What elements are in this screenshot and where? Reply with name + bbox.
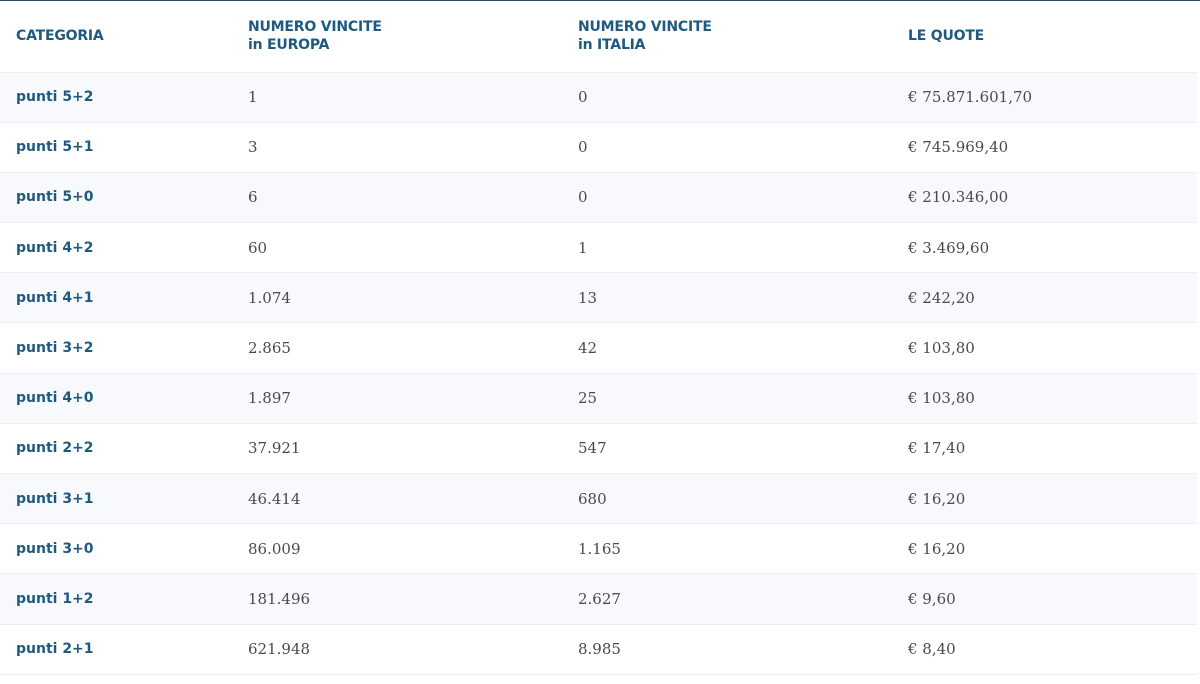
cell-quota: € 8,40	[908, 640, 956, 659]
table-row: punti 3+0 86.009 1.165 € 16,20	[0, 523, 1197, 574]
header-row: CATEGORIA NUMERO VINCITE in EUROPA NUMER…	[0, 1, 1197, 72]
cell-italia: 25	[578, 389, 598, 408]
cell-categoria: punti 2+1	[16, 641, 94, 658]
cell-europa: 1.897	[248, 389, 291, 408]
table-header: CATEGORIA NUMERO VINCITE in EUROPA NUMER…	[0, 1, 1197, 72]
table-row: punti 2+1 621.948 8.985 € 8,40	[0, 624, 1197, 675]
cell-italia: 0	[578, 88, 588, 107]
cell-categoria: punti 5+0	[16, 189, 94, 206]
cell-italia: 1.165	[578, 539, 621, 558]
table-row: punti 1+2 181.496 2.627 € 9,60	[0, 573, 1197, 625]
cell-quota: € 9,60	[908, 589, 956, 608]
header-italia-line1: NUMERO VINCITE	[578, 19, 712, 36]
cell-italia: 42	[578, 339, 598, 358]
cell-categoria: punti 4+2	[16, 239, 94, 256]
table-row: punti 3+2 2.865 42 € 103,80	[0, 322, 1197, 374]
cell-europa: 6	[248, 188, 258, 207]
cell-europa: 1	[248, 88, 258, 107]
table-row: punti 4+1 1.074 13 € 242,20	[0, 272, 1197, 323]
cell-europa: 86.009	[248, 539, 301, 558]
table-row: punti 5+1 3 0 € 745.969,40	[0, 122, 1197, 173]
cell-europa: 181.496	[248, 589, 311, 608]
cell-categoria: punti 3+2	[16, 340, 94, 357]
header-europa-line2: in EUROPA	[248, 37, 330, 54]
header-quote: LE QUOTE	[892, 1, 1197, 72]
table-row: punti 2+2 37.921 547 € 17,40	[0, 423, 1197, 474]
cell-categoria: punti 5+1	[16, 139, 94, 156]
cell-quota: € 16,20	[908, 489, 966, 508]
cell-italia: 0	[578, 188, 588, 207]
cell-italia: 547	[578, 439, 607, 458]
table-row: punti 5+0 6 0 € 210.346,00	[0, 172, 1197, 223]
cell-quota: € 103,80	[908, 389, 975, 408]
cell-italia: 8.985	[578, 640, 621, 659]
header-europa-line1: NUMERO VINCITE	[248, 19, 382, 36]
cell-quota: € 242,20	[908, 288, 975, 307]
cell-europa: 1.074	[248, 288, 291, 307]
cell-categoria: punti 2+2	[16, 440, 94, 457]
cell-categoria: punti 1+2	[16, 590, 94, 607]
cell-categoria: punti 5+2	[16, 89, 94, 106]
cell-categoria: punti 3+1	[16, 490, 94, 507]
cell-europa: 60	[248, 238, 268, 257]
cell-quota: € 75.871.601,70	[908, 88, 1033, 107]
header-italia: NUMERO VINCITE in ITALIA	[562, 1, 892, 72]
cell-italia: 1	[578, 238, 588, 257]
cell-italia: 680	[578, 489, 607, 508]
table-body: punti 5+2 1 0 € 75.871.601,70 punti 5+1 …	[0, 72, 1197, 675]
table-row: punti 5+2 1 0 € 75.871.601,70	[0, 72, 1197, 123]
winnings-table: CATEGORIA NUMERO VINCITE in EUROPA NUMER…	[0, 1, 1197, 675]
results-table-container: CATEGORIA NUMERO VINCITE in EUROPA NUMER…	[0, 0, 1200, 684]
header-categoria: CATEGORIA	[0, 1, 232, 72]
cell-quota: € 745.969,40	[908, 138, 1009, 157]
table-row: punti 4+0 1.897 25 € 103,80	[0, 373, 1197, 424]
table-row: punti 4+2 60 1 € 3.469,60	[0, 222, 1197, 273]
cell-quota: € 210.346,00	[908, 188, 1009, 207]
header-italia-line2: in ITALIA	[578, 37, 646, 54]
cell-quota: € 16,20	[908, 539, 966, 558]
cell-categoria: punti 4+0	[16, 390, 94, 407]
cell-categoria: punti 4+1	[16, 289, 94, 306]
header-quote-label: LE QUOTE	[908, 28, 985, 45]
cell-italia: 13	[578, 288, 598, 307]
table-row: punti 3+1 46.414 680 € 16,20	[0, 473, 1197, 524]
cell-italia: 0	[578, 138, 588, 157]
cell-europa: 3	[248, 138, 258, 157]
header-europa: NUMERO VINCITE in EUROPA	[232, 1, 562, 72]
cell-quota: € 17,40	[908, 439, 966, 458]
cell-quota: € 3.469,60	[908, 238, 990, 257]
cell-categoria: punti 3+0	[16, 540, 94, 557]
cell-quota: € 103,80	[908, 339, 975, 358]
cell-europa: 621.948	[248, 640, 311, 659]
cell-europa: 37.921	[248, 439, 301, 458]
cell-europa: 2.865	[248, 339, 291, 358]
cell-europa: 46.414	[248, 489, 301, 508]
header-categoria-label: CATEGORIA	[16, 28, 104, 45]
cell-italia: 2.627	[578, 589, 621, 608]
